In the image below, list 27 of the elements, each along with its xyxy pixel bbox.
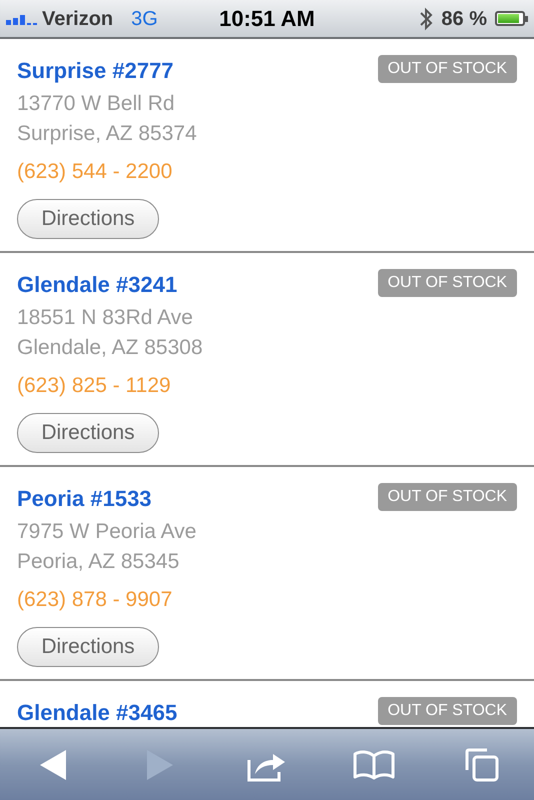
stock-badge: OUT OF STOCK: [378, 269, 517, 297]
back-arrow-icon[interactable]: [39, 748, 68, 780]
directions-button[interactable]: Directions: [17, 627, 159, 667]
stock-badge: OUT OF STOCK: [378, 483, 517, 511]
stock-badge: OUT OF STOCK: [378, 697, 517, 725]
tabs-icon[interactable]: [462, 748, 499, 782]
city-state-zip: Surprise, AZ 85374: [17, 122, 197, 145]
store-name[interactable]: Glendale #3241: [17, 272, 178, 298]
battery-percent: 86 %: [441, 6, 487, 32]
city-state-zip: Peoria, AZ 85345: [17, 550, 180, 573]
bluetooth-icon: [419, 6, 434, 32]
directions-button[interactable]: Directions: [17, 413, 159, 453]
store-name[interactable]: Peoria #1533: [17, 486, 152, 512]
signal-icon: [6, 12, 38, 24]
book-icon[interactable]: [352, 750, 395, 780]
street-address: 13770 W Bell Rd: [17, 92, 175, 115]
stock-badge: OUT OF STOCK: [378, 55, 517, 83]
store-name[interactable]: Surprise #2777: [17, 58, 174, 84]
street-address: 7975 W Peoria Ave: [17, 520, 196, 543]
battery-icon: [495, 11, 528, 26]
street-address: 18551 N 83Rd Ave: [17, 306, 193, 329]
clock-time: 10:51 AM: [219, 5, 315, 33]
city-state-zip: Glendale, AZ 85308: [17, 336, 203, 359]
directions-button[interactable]: Directions: [17, 199, 159, 239]
network-type: 3G: [131, 6, 158, 32]
store-name[interactable]: Glendale #3465: [17, 700, 178, 726]
carrier-name: Verizon: [42, 6, 114, 32]
